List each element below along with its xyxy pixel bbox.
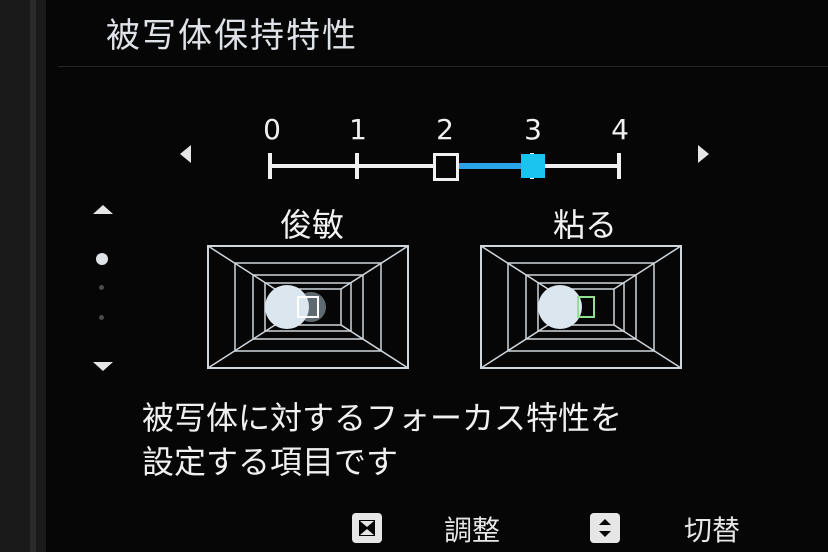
switch-label: 切替 [684,514,741,547]
tick-label-4: 4 [611,113,629,146]
sticky-tracking-illustration [480,245,682,369]
slider-tick [617,153,621,179]
tick-label-1: 1 [349,113,367,146]
page-dot [99,285,104,290]
page-dot [99,315,104,320]
control-wheel-icon [352,513,382,543]
slider-reference-marker [433,153,459,181]
mode-label-agile: 俊敏 [279,206,344,244]
slider-handle[interactable] [521,154,545,178]
slider-tick [355,153,359,179]
adjust-label: 調整 [444,514,501,547]
tick-label-2: 2 [436,113,454,146]
scroll-up-icon[interactable] [93,205,113,214]
slider-tick [268,153,272,179]
agile-tracking-illustration [207,245,409,369]
help-description: 被写体に対するフォーカス特性を 設定する項目です [142,396,762,484]
bezel-edge [30,0,36,552]
mode-label-sticky: 粘る [552,206,617,244]
up-down-button-icon [590,513,620,543]
increase-arrow-icon[interactable] [698,145,709,163]
title-divider [58,66,828,67]
tick-label-3: 3 [524,113,542,146]
scroll-down-icon[interactable] [93,362,113,371]
left-bezel [0,0,46,552]
page-scroll-indicator[interactable] [88,205,118,375]
page-dot-active [96,253,108,265]
page-title: 被写体保持特性 [106,16,358,56]
decrease-arrow-icon[interactable] [180,145,191,163]
help-line-2: 設定する項目です [142,443,399,481]
tick-label-0: 0 [263,113,281,146]
help-line-1: 被写体に対するフォーカス特性を [142,399,623,437]
